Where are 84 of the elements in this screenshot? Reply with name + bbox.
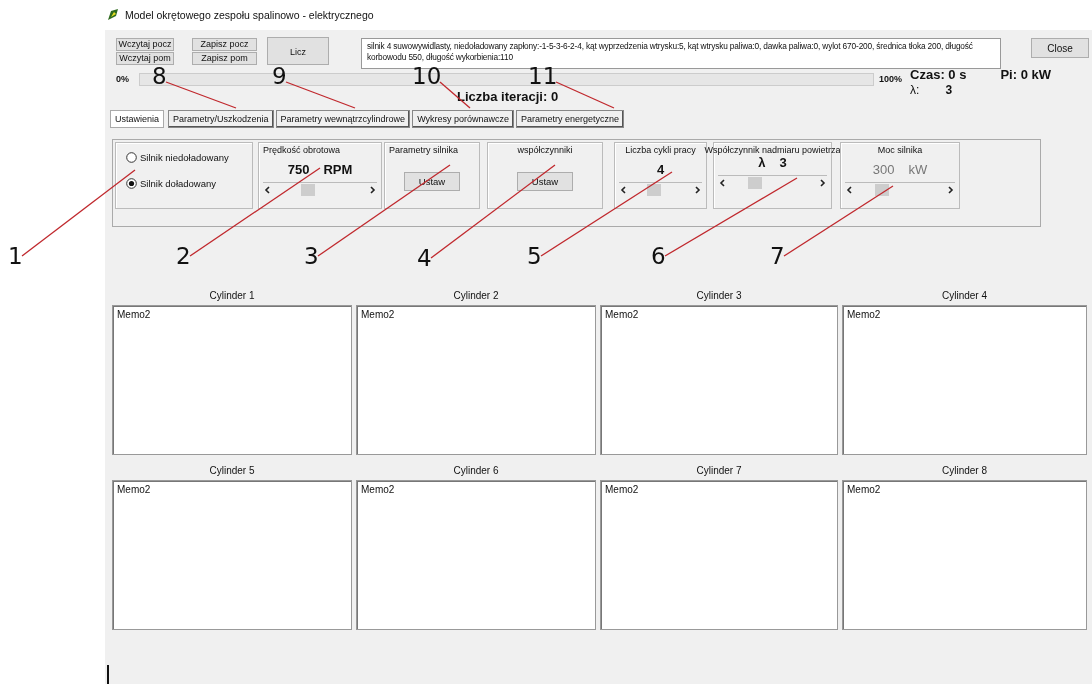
memo-text: Memo2 (117, 484, 151, 495)
unit-label: RPM (323, 162, 353, 178)
text-cursor (107, 665, 109, 684)
cylinder-label: Cylinder 1 (209, 290, 255, 302)
symbol-label: λ (758, 155, 766, 171)
progress-end-label: 100% (879, 74, 903, 84)
chevron-left-icon[interactable] (619, 185, 629, 195)
progress-start-label: 0% (116, 74, 130, 84)
file-button[interactable]: Zapisz pom (192, 52, 257, 65)
cylinder-label: Cylinder 2 (453, 290, 499, 302)
callout-number: 3 (304, 244, 319, 268)
value-label: 750 (287, 162, 310, 178)
value-label: 4 (656, 162, 665, 178)
callout-number: 1 (8, 244, 23, 268)
memo-box[interactable]: Memo2 (600, 480, 838, 630)
tab[interactable]: Ustawienia (110, 110, 165, 128)
chevron-right-icon[interactable] (945, 185, 955, 195)
slider-thumb[interactable] (748, 177, 762, 189)
callout-number: 4 (417, 246, 432, 270)
time-label: Czas: 0 s (910, 67, 967, 82)
memo-text: Memo2 (605, 484, 639, 495)
chevron-left-icon[interactable] (718, 178, 728, 188)
lambda-label: λ: (910, 83, 920, 97)
slider-thumb[interactable] (301, 184, 315, 196)
tab[interactable]: Parametry energetyczne (516, 110, 625, 128)
set-button[interactable]: Ustaw (517, 172, 573, 191)
group-title: współczynniki (517, 146, 573, 155)
value-label: 300 (872, 162, 895, 178)
close-button[interactable]: Close (1031, 38, 1089, 58)
chevron-left-icon[interactable] (263, 185, 273, 195)
file-button[interactable]: Zapisz pocz (192, 38, 257, 51)
memo-box[interactable]: Memo2 (600, 305, 838, 455)
cylinder-label: Cylinder 4 (942, 290, 987, 302)
memo-text: Memo2 (361, 484, 395, 495)
callout-number: 2 (176, 244, 191, 268)
chevron-right-icon[interactable] (692, 185, 702, 195)
callout-number: 7 (770, 244, 785, 268)
radio-label: Silnik doładowany (140, 178, 217, 189)
cylinder-label: Cylinder 5 (209, 465, 255, 477)
memo-box[interactable]: Memo2 (112, 305, 352, 455)
tab[interactable]: Wykresy porównawcze (412, 110, 515, 128)
cylinder-label: Cylinder 6 (453, 465, 499, 477)
slider-thumb[interactable] (647, 184, 661, 196)
memo-box[interactable]: Memo2 (356, 480, 596, 630)
app-icon (106, 8, 120, 22)
group-title: Parametry silnika (389, 146, 460, 155)
memo-box[interactable]: Memo2 (842, 305, 1087, 455)
chevron-right-icon[interactable] (367, 185, 377, 195)
radio-button[interactable] (126, 152, 137, 163)
group-title: Współczynnik nadmiaru powietrza (704, 146, 841, 155)
cylinder-label: Cylinder 7 (696, 465, 742, 477)
cylinder-label: Cylinder 8 (942, 465, 987, 477)
memo-text: Memo2 (117, 309, 151, 320)
memo-box[interactable]: Memo2 (356, 305, 596, 455)
iteration-count: Liczba iteracji: 0 (457, 89, 559, 104)
window-title: Model okrętowego zespołu spalinowo - elektrycznego (125, 9, 374, 21)
group-title: Liczba cykli pracy (625, 146, 696, 155)
memo-text: Memo2 (605, 309, 639, 320)
group-title: Moc silnika (877, 146, 923, 155)
leader-line (285, 81, 356, 109)
callout-number: 6 (651, 244, 666, 268)
chevron-right-icon[interactable] (817, 178, 827, 188)
memo-text: Memo2 (847, 309, 881, 320)
group-title: Prędkość obrotowa (263, 146, 342, 155)
file-button[interactable]: Wczytaj pom (116, 52, 174, 65)
chevron-left-icon[interactable] (845, 185, 855, 195)
tab[interactable]: Parametry/Uszkodzenia (168, 110, 274, 128)
slider-thumb[interactable] (875, 184, 889, 196)
tab[interactable]: Parametry wewnątrzcylindrowe (275, 110, 411, 128)
callout-number: 5 (527, 244, 542, 268)
power-label: Pi: 0 kW (1000, 67, 1051, 82)
memo-text: Memo2 (361, 309, 395, 320)
radio-label: Silnik niedoładowany (140, 152, 229, 163)
leader-line (165, 81, 237, 109)
radio-button[interactable] (126, 178, 137, 189)
memo-box[interactable]: Memo2 (112, 480, 352, 630)
unit-label: kW (908, 162, 928, 178)
cylinder-label: Cylinder 3 (696, 290, 742, 302)
memo-text: Memo2 (847, 484, 881, 495)
compute-button[interactable]: Licz (267, 37, 329, 65)
memo-box[interactable]: Memo2 (842, 480, 1087, 630)
lambda-value: 3 (945, 83, 953, 97)
file-button[interactable]: Wczytaj pocz (116, 38, 174, 51)
value-label: 3 (779, 155, 787, 171)
